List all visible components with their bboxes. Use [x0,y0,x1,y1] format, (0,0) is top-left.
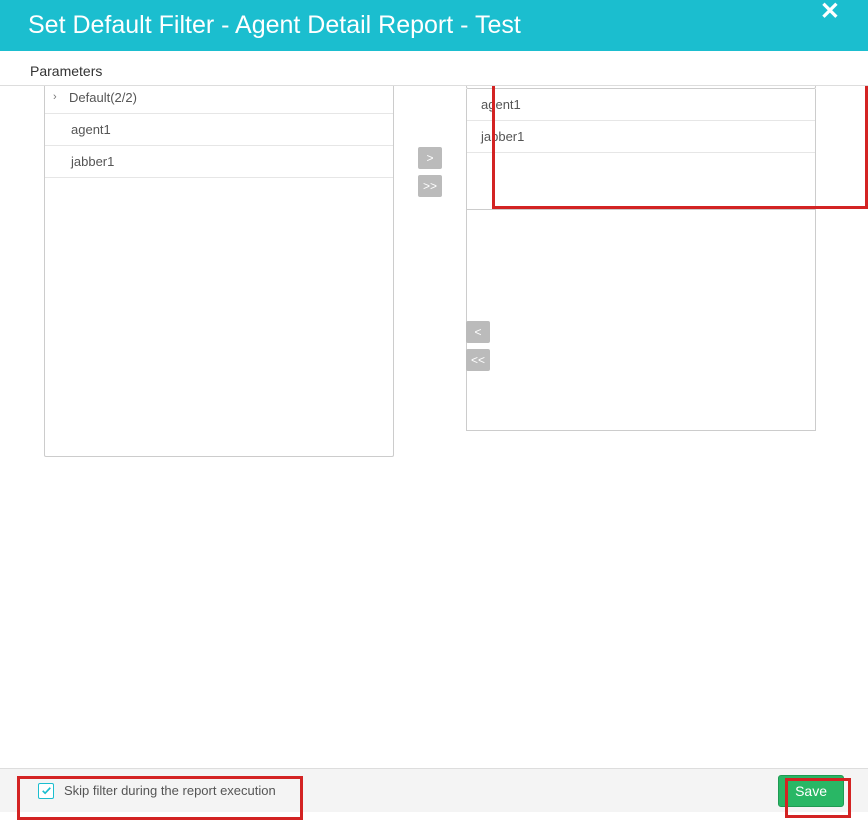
move-right-button[interactable]: > [418,147,442,169]
modal-set-default-filter: Set Default Filter - Agent Detail Report… [0,0,868,812]
skip-filter-checkbox[interactable] [38,783,54,799]
selected-item[interactable]: agent1 [467,89,815,121]
selected-listbox: agent1 jabber1 [466,89,816,210]
parameters-scroll-area[interactable]: < << Agent Names (@param5) Available: 2 … [0,86,868,769]
modal-body: Parameters < << [0,51,868,769]
skip-filter-option: Skip filter during the report execution [24,775,290,807]
close-icon[interactable]: ✕ [820,0,840,26]
parameters-tab-label: Parameters [0,51,868,86]
selected-search-input[interactable] [466,86,816,89]
available-item[interactable]: agent1 [45,114,393,146]
move-all-left-button[interactable]: << [466,349,490,371]
modal-title: Set Default Filter - Agent Detail Report… [28,11,521,40]
available-listbox: › Default(2/2) agent1 jabber1 [44,86,394,457]
check-icon [41,785,52,796]
move-left-button[interactable]: < [466,321,490,343]
move-all-right-button[interactable]: >> [418,175,442,197]
parameters-content: < << Agent Names (@param5) Available: 2 … [30,86,860,769]
selected-item[interactable]: jabber1 [467,121,815,153]
selected-listbox-extended[interactable] [466,209,816,431]
lower-transfer-buttons: < << [466,321,490,371]
save-button[interactable]: Save [778,775,844,807]
available-item[interactable]: jabber1 [45,146,393,178]
chevron-right-icon: › [53,91,63,103]
available-group-default[interactable]: › Default(2/2) [45,86,393,114]
modal-header: Set Default Filter - Agent Detail Report… [0,0,868,51]
available-group-label: Default(2/2) [69,90,137,105]
skip-filter-label: Skip filter during the report execution [64,783,276,798]
modal-footer: Skip filter during the report execution … [0,768,868,812]
